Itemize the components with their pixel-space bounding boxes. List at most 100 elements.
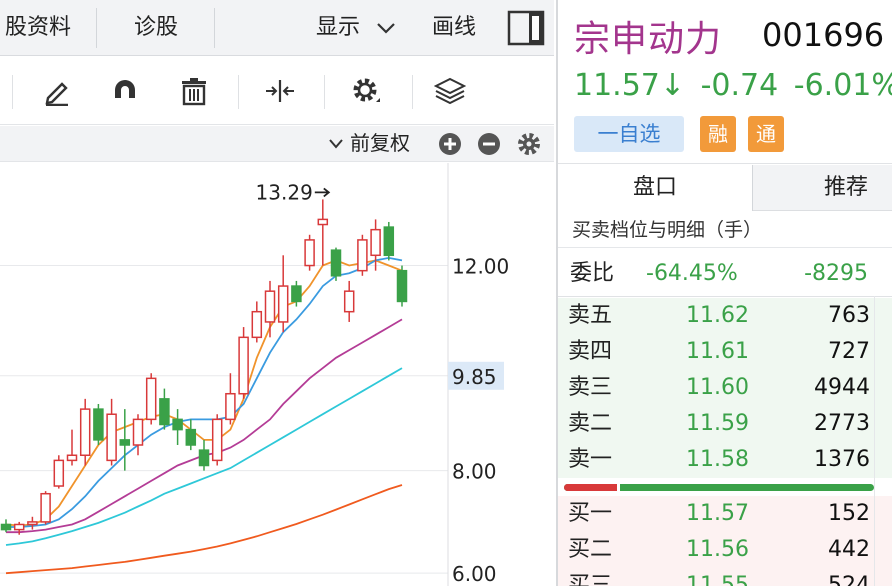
bid-price: 11.57	[686, 501, 749, 526]
candle	[251, 301, 263, 343]
last-price: 11.57	[574, 68, 660, 103]
ask-price: 11.58	[686, 447, 749, 472]
right-tab-bar: 盘口 推荐	[558, 165, 892, 211]
tab-orderbook[interactable]: 盘口	[558, 165, 752, 211]
bid-volume: 152	[828, 501, 870, 526]
ask-volume: 763	[828, 303, 870, 328]
adjust-mode-select[interactable]: 前复权	[350, 126, 410, 160]
chevron-down-icon[interactable]	[376, 21, 396, 35]
candle-body	[40, 492, 51, 523]
ma-line-1	[5, 259, 403, 527]
quote-panel: 宗申动力 001696 11.57↓ -0.74 -6.01% 一自选 融 通 …	[556, 0, 892, 586]
candle-body	[264, 290, 276, 323]
candle-body	[159, 398, 170, 426]
candle-body	[330, 249, 342, 277]
candle-body	[106, 413, 117, 462]
candle-body	[291, 285, 302, 303]
candle	[172, 409, 183, 445]
orderbook-section-title: 买卖档位与明细（手）	[558, 212, 892, 248]
annotations: 13.29	[256, 180, 331, 204]
ask-row[interactable]: 卖二 11.59 2773	[558, 406, 892, 442]
candle	[198, 439, 210, 471]
bid-row[interactable]: 买二 11.56 442	[558, 532, 892, 568]
chart-settings-icon[interactable]	[516, 131, 542, 157]
candle-body	[383, 226, 395, 257]
candle	[53, 455, 65, 489]
chart-subbar: 前复权	[0, 126, 554, 162]
ask-label: 卖三	[568, 375, 613, 400]
candle-body	[145, 377, 157, 421]
candle-body	[119, 439, 131, 446]
moving-average-lines	[5, 256, 403, 575]
candle-body	[277, 285, 289, 323]
ratio-value: -8295	[804, 261, 868, 286]
candle	[93, 403, 104, 445]
candles	[0, 199, 408, 535]
candle	[27, 516, 38, 530]
tab-stock-info[interactable]: 股资料	[0, 0, 76, 56]
app-root: 股资料 诊股 显示 画线 前复权 12.00 9.85 8.00 6.00 13…	[0, 0, 892, 586]
candle-body	[66, 454, 78, 462]
panel-toggle-icon[interactable]	[507, 10, 545, 46]
pencil-icon[interactable]	[37, 71, 77, 111]
add-watchlist-button[interactable]: 一自选	[574, 116, 684, 152]
ask-volume: 2773	[814, 411, 870, 436]
tab-draw[interactable]: 画线	[422, 0, 486, 56]
magnet-icon[interactable]	[105, 71, 145, 111]
kline-chart[interactable]: 12.00 9.85 8.00 6.00 13.29	[0, 163, 554, 586]
quote-header: 宗申动力 001696 11.57↓ -0.74 -6.01% 一自选 融 通	[558, 0, 892, 164]
candle	[277, 255, 289, 333]
ask-row[interactable]: 卖一 11.58 1376	[558, 442, 892, 478]
tab-display[interactable]: 显示	[306, 0, 370, 56]
chart-panel: 股资料 诊股 显示 画线 前复权 12.00 9.85 8.00 6.00 13…	[0, 0, 554, 586]
ask-label: 卖一	[568, 447, 613, 472]
compress-width-icon[interactable]	[260, 71, 300, 111]
y-tick-label: 6.00	[452, 562, 497, 586]
kline-svg[interactable]: 12.00 9.85 8.00 6.00 13.29	[0, 163, 554, 586]
gear-icon[interactable]	[346, 71, 386, 111]
connect-tag: 通	[748, 116, 784, 152]
candle-body	[225, 392, 236, 421]
order-ratio-row: 委比 -64.45% -8295	[558, 256, 892, 292]
candle-body	[93, 408, 104, 441]
candle-body	[317, 218, 329, 226]
candle	[0, 519, 12, 533]
stock-name: 宗申动力	[574, 19, 723, 60]
tab-recommend[interactable]: 推荐	[754, 165, 892, 211]
candle	[225, 373, 236, 425]
candle	[357, 234, 368, 276]
y-tick-label: 8.00	[452, 460, 497, 484]
bid-row[interactable]: 买三 11.55 524	[558, 568, 892, 586]
ask-price: 11.60	[686, 375, 749, 400]
candle-body	[211, 418, 223, 462]
candle	[343, 280, 355, 322]
down-arrow-icon: ↓	[659, 68, 686, 103]
candle	[330, 247, 342, 281]
chevron-down-icon[interactable]	[328, 138, 344, 150]
bid-volume: 442	[828, 537, 870, 562]
ask-volume: 4944	[814, 375, 870, 400]
zoom-in-icon[interactable]	[438, 132, 462, 156]
y-tick-label: 12.00	[452, 255, 509, 279]
ask-label: 卖二	[568, 411, 613, 436]
candle	[396, 265, 408, 307]
ask-row[interactable]: 卖五 11.62 763	[558, 298, 892, 334]
price-change: -0.74	[700, 68, 779, 103]
ask-row[interactable]: 卖三 11.60 4944	[558, 370, 892, 406]
ask-volume: 1376	[814, 447, 870, 472]
margin-tag: 融	[700, 116, 736, 152]
ma-line-5	[5, 484, 403, 575]
bid-row[interactable]: 买一 11.57 152	[558, 496, 892, 532]
candle-body	[27, 521, 38, 526]
zoom-out-icon[interactable]	[477, 132, 501, 156]
ask-label: 卖四	[568, 339, 613, 364]
candle	[145, 373, 157, 425]
ask-row[interactable]: 卖四 11.61 727	[558, 334, 892, 370]
candle-body	[304, 239, 315, 267]
layers-icon[interactable]	[430, 71, 470, 111]
candle	[132, 414, 144, 456]
trash-icon[interactable]	[174, 71, 214, 111]
tab-diagnose[interactable]: 诊股	[116, 0, 196, 56]
candle-body	[79, 408, 91, 457]
ma-line-3	[6, 318, 403, 534]
